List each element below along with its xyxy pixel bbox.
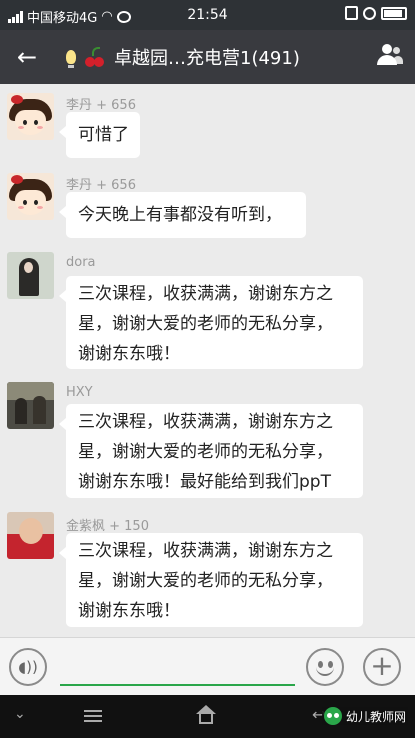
more-button[interactable]: +: [363, 648, 401, 686]
chat-header: ← 卓越园…充电营1(491): [0, 30, 415, 84]
message-line: 谢谢东东哦！最好能给到我们ppT: [78, 472, 331, 492]
status-bar: 中国移动4G ◠ 21:54: [0, 0, 415, 30]
sender-name: 李丹 + 656: [66, 98, 136, 113]
message-bubble[interactable]: 今天晚上有事都没有听到，: [59, 192, 306, 238]
input-bar: ◖)) +: [0, 637, 415, 695]
cherry-icon: [84, 47, 106, 67]
system-nav-bar: ⌄ ↩ 幼儿教师网: [0, 695, 415, 738]
message-line: 星，谢谢大爱的老师的无私分享，: [78, 571, 333, 591]
avatar[interactable]: [7, 382, 54, 429]
sender-name: dora: [66, 255, 96, 270]
watermark: 幼儿教师网: [322, 707, 409, 725]
sender-name: 金紫枫 + 150: [66, 519, 149, 534]
watermark-logo-icon: [324, 707, 342, 725]
voice-icon: ◖)): [18, 658, 38, 676]
battery-icon: [381, 6, 407, 20]
message-line: 三次课程，收获满满，谢谢东方之: [78, 412, 333, 432]
home-icon[interactable]: [196, 705, 216, 725]
hide-keyboard-icon[interactable]: ⌄: [14, 706, 26, 722]
message-line: 今天晚上有事都没有听到，: [78, 205, 282, 225]
message-bubble[interactable]: 三次课程，收获满满，谢谢东方之 星，谢谢大爱的老师的无私分享， 谢谢东东哦！: [59, 533, 363, 627]
message-line: 三次课程，收获满满，谢谢东方之: [78, 541, 333, 561]
watermark-text: 幼儿教师网: [346, 709, 407, 724]
emoji-button[interactable]: [306, 648, 344, 686]
message-line: 谢谢东东哦！: [78, 344, 180, 364]
voice-button[interactable]: ◖)): [9, 648, 47, 686]
alarm-icon: [363, 6, 376, 20]
avatar[interactable]: [7, 252, 54, 299]
sender-name: 李丹 + 656: [66, 178, 136, 193]
status-right: [345, 6, 407, 20]
message-line: 谢谢东东哦！: [78, 601, 180, 621]
back-button[interactable]: ←: [8, 38, 46, 76]
avatar[interactable]: [7, 512, 54, 559]
message-input[interactable]: [60, 684, 295, 686]
avatar[interactable]: [7, 93, 54, 140]
menu-icon[interactable]: [84, 710, 102, 722]
plus-icon: +: [370, 649, 394, 682]
message-bubble[interactable]: 三次课程，收获满满，谢谢东方之 星，谢谢大爱的老师的无私分享， 谢谢东东哦！最好…: [59, 404, 363, 498]
message-line: 可惜了: [78, 125, 129, 145]
sender-name: HXY: [66, 385, 93, 400]
message-bubble[interactable]: 三次课程，收获满满，谢谢东方之 星，谢谢大爱的老师的无私分享， 谢谢东东哦！: [59, 276, 363, 369]
arrow-left-icon: ←: [16, 43, 38, 71]
group-members-button[interactable]: [371, 40, 405, 74]
avatar[interactable]: [7, 173, 54, 220]
chat-title: 卓越园…充电营1(491): [114, 48, 300, 69]
message-line: 三次课程，收获满满，谢谢东方之: [78, 284, 333, 304]
message-bubble[interactable]: 可惜了: [59, 112, 140, 158]
message-line: 星，谢谢大爱的老师的无私分享，: [78, 442, 333, 462]
message-line: 星，谢谢大爱的老师的无私分享，: [78, 314, 333, 334]
chat-title-wrap: 卓越园…充电营1(491): [66, 30, 300, 84]
lightbulb-icon: [66, 50, 76, 68]
sim-icon: [345, 6, 358, 20]
